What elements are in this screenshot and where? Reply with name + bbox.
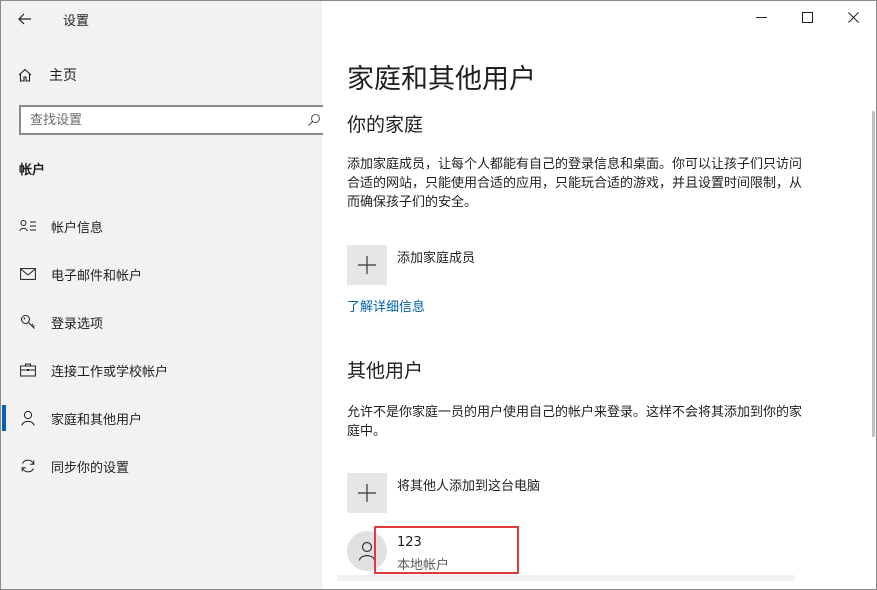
key-icon [19,313,37,331]
add-other-user-label: 将其他人添加到这台电脑 [397,479,541,494]
close-button[interactable] [830,1,876,33]
sidebar-item-work-school[interactable]: 连接工作或学校帐户 [1,350,322,390]
mail-icon [19,265,37,283]
maximize-icon [801,11,813,23]
row-divider [337,575,795,581]
add-family-member-button[interactable]: 添加家庭成员 [347,245,475,285]
back-arrow-icon [18,13,31,25]
avatar [347,531,387,571]
user-name: 123 [397,535,422,550]
sidebar-item-family-other-users[interactable]: 家庭和其他用户 [1,398,322,438]
plus-tile [347,245,387,285]
family-description: 添加家庭成员，让每个人都能有自己的登录信息和桌面。你可以让孩子们只访问合适的网站… [347,157,803,210]
sidebar-item-email-accounts[interactable]: 电子邮件和帐户 [1,254,322,294]
sidebar-item-label: 电子邮件和帐户 [51,268,143,284]
section-title: 帐户 [19,163,46,178]
active-indicator [2,405,6,431]
sidebar-item-label: 连接工作或学校帐户 [51,364,169,380]
main-content: 家庭和其他用户 你的家庭 添加家庭成员，让每个人都能有自己的登录信息和桌面。你可… [323,1,876,589]
sidebar-item-account-info[interactable]: 帐户信息 [1,206,322,246]
search-input[interactable] [30,111,280,129]
page-title: 家庭和其他用户 [347,64,536,95]
home-icon [18,68,32,82]
sidebar-item-label: 主页 [49,68,77,84]
maximize-button[interactable] [784,1,830,33]
sidebar-item-home[interactable]: 主页 [17,63,77,87]
learn-more-link[interactable]: 了解详细信息 [347,296,425,315]
sidebar-item-label: 帐户信息 [51,220,104,236]
plus-icon [358,256,376,274]
sidebar-item-sync-settings[interactable]: 同步你的设置 [1,446,322,486]
person-icon [19,409,37,427]
sidebar: 设置 主页 帐户 帐户信息 [1,1,331,589]
sync-icon [19,457,37,475]
user-account-type: 本地帐户 [397,558,450,573]
user-account-row[interactable]: 123 本地帐户 [337,521,795,581]
app-title: 设置 [63,14,90,29]
other-users-description: 允许不是你家庭一员的用户使用自己的帐户来登录。这样不会将其添加到你的家庭中。 [347,405,803,439]
user-avatar-icon [358,541,376,561]
window-controls [738,1,876,33]
scrollbar[interactable] [872,111,875,437]
close-icon [847,11,859,23]
sidebar-item-label: 同步你的设置 [51,460,130,476]
account-info-icon [19,217,37,235]
sidebar-item-label: 家庭和其他用户 [51,412,143,428]
settings-window: 设置 主页 帐户 帐户信息 [0,0,877,590]
other-users-heading: 其他用户 [347,360,424,382]
search-box[interactable] [19,105,331,135]
add-other-user-button[interactable]: 将其他人添加到这台电脑 [347,473,540,513]
search-icon[interactable] [307,113,321,127]
sidebar-item-sign-in-options[interactable]: 登录选项 [1,302,322,342]
plus-tile [347,473,387,513]
plus-icon [358,484,376,502]
family-heading: 你的家庭 [347,114,424,136]
minimize-icon [755,16,767,18]
add-family-member-label: 添加家庭成员 [397,251,476,266]
minimize-button[interactable] [738,1,784,33]
back-button[interactable] [9,5,41,33]
sidebar-item-label: 登录选项 [51,316,104,332]
briefcase-icon [19,361,37,379]
